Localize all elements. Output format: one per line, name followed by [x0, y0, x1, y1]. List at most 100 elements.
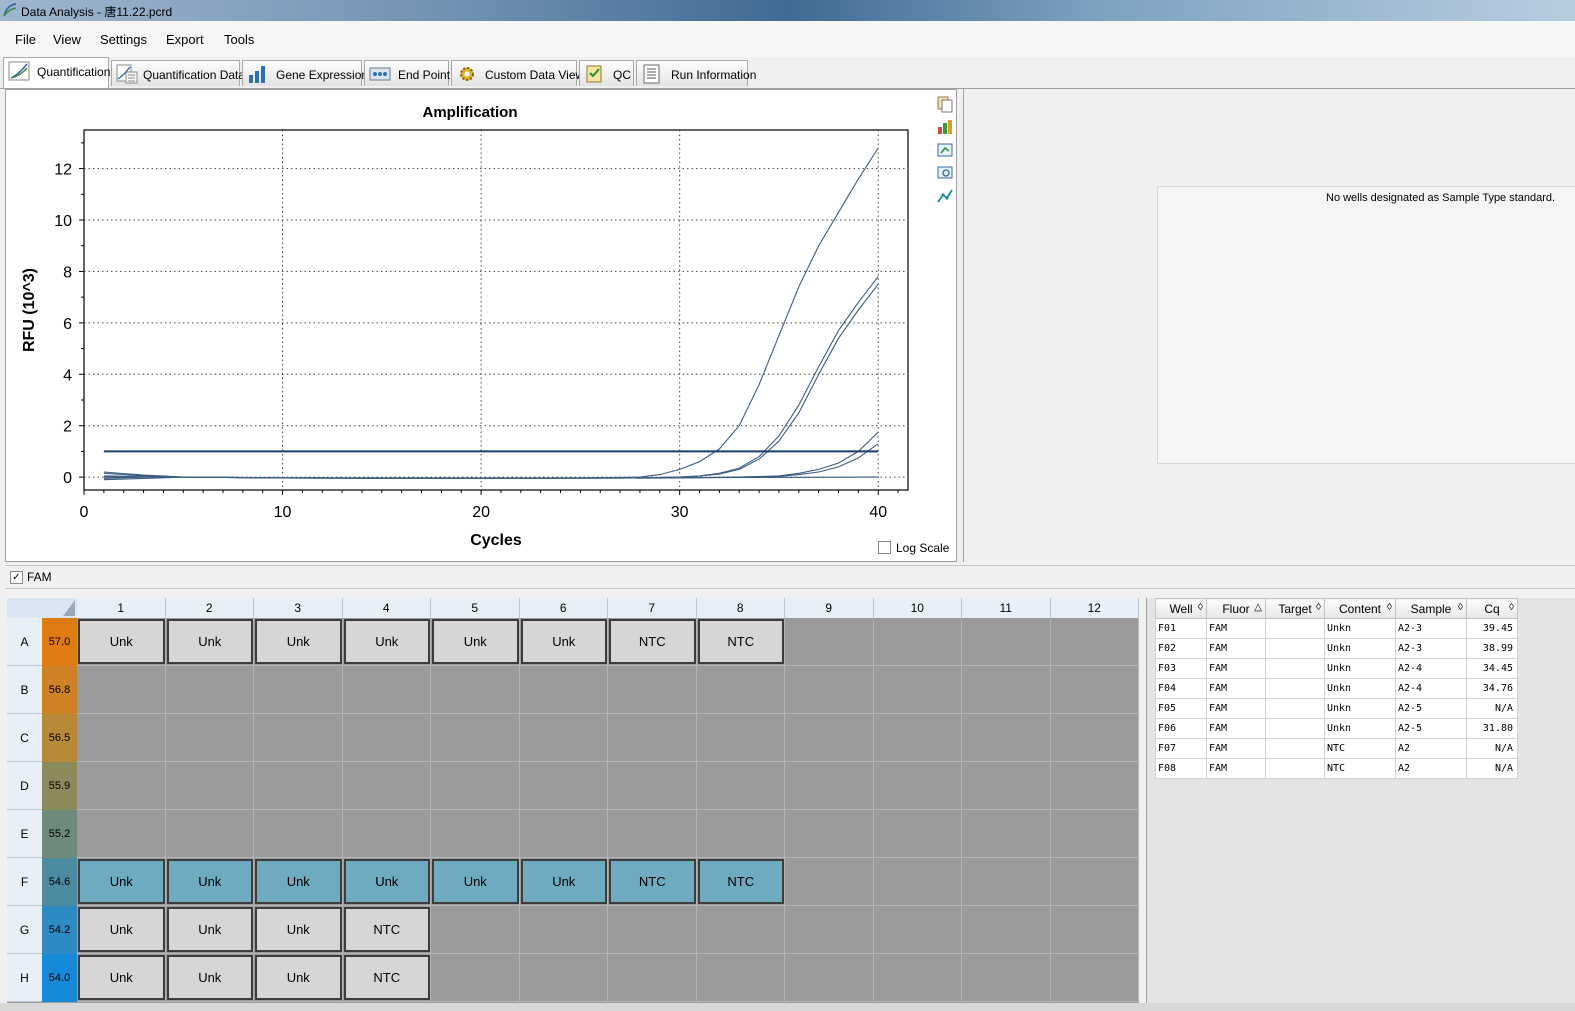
plate-well[interactable]: NTC — [697, 619, 784, 664]
plate-cell[interactable] — [342, 762, 431, 810]
plate-cell[interactable] — [519, 954, 608, 1002]
zoom-chart-icon[interactable] — [936, 164, 954, 182]
plate-well[interactable]: Unk — [78, 859, 165, 904]
plate-cell[interactable] — [608, 714, 697, 762]
column-header-target[interactable]: Target ◊ — [1265, 598, 1325, 619]
column-header-well[interactable]: Well ◊ — [1155, 598, 1207, 619]
plate-row-header[interactable]: F — [7, 858, 42, 906]
plate-row-header[interactable]: H — [7, 954, 42, 1002]
plate-view[interactable]: 1 2 3 4 5 6 7 8 9 10 11 12 A 57.0 B 56.8 C 56.5 D 55.9 E 55.2… — [7, 598, 1139, 1003]
plate-well[interactable]: NTC — [609, 859, 696, 904]
plate-well[interactable]: NTC — [343, 955, 430, 1000]
table-row[interactable]: F04 FAM Unkn A2-4 34.76 — [1155, 678, 1518, 699]
plate-column-header[interactable]: 12 — [1050, 598, 1139, 618]
tab-qc[interactable]: QC — [579, 60, 634, 86]
plate-cell[interactable] — [785, 906, 874, 954]
plate-cell[interactable] — [962, 810, 1051, 858]
plate-cell[interactable] — [254, 666, 343, 714]
column-header-content[interactable]: Content ◊ — [1324, 598, 1396, 619]
plate-column-header[interactable]: 8 — [696, 598, 785, 618]
plate-row-header[interactable]: E — [7, 810, 42, 858]
plate-cell[interactable] — [785, 762, 874, 810]
table-row[interactable]: F07 FAM NTC A2 N/A — [1155, 738, 1518, 759]
plate-cell[interactable] — [962, 954, 1051, 1002]
plate-cell[interactable] — [77, 810, 166, 858]
plate-cell[interactable] — [342, 666, 431, 714]
plate-well[interactable]: Unk — [166, 955, 253, 1000]
column-header-cq[interactable]: Cq ◊ — [1466, 598, 1518, 619]
plate-cell[interactable] — [785, 858, 874, 906]
plate-cell[interactable] — [873, 906, 962, 954]
plate-column-header[interactable]: 6 — [519, 598, 608, 618]
plate-row-header[interactable]: C — [7, 714, 42, 762]
tab-quantification-data[interactable]: Quantification Data — [111, 60, 245, 86]
plate-cell[interactable] — [431, 810, 520, 858]
plate-well[interactable]: Unk — [255, 955, 342, 1000]
plate-cell[interactable] — [873, 858, 962, 906]
plate-cell[interactable] — [962, 666, 1051, 714]
plate-cell[interactable] — [785, 954, 874, 1002]
tab-quantification[interactable]: Quantification — [3, 57, 110, 88]
plate-cell[interactable] — [165, 762, 254, 810]
plate-cell[interactable] — [431, 714, 520, 762]
table-row[interactable]: F03 FAM Unkn A2-4 34.45 — [1155, 658, 1518, 679]
plate-cell[interactable] — [696, 714, 785, 762]
plate-cell[interactable] — [519, 810, 608, 858]
plate-well[interactable]: Unk — [432, 619, 519, 664]
plate-cell[interactable] — [873, 618, 962, 666]
plate-cell[interactable] — [1050, 810, 1139, 858]
menu-tools[interactable]: Tools — [224, 32, 254, 47]
plate-row-header[interactable]: B — [7, 666, 42, 714]
plate-cell[interactable] — [431, 906, 520, 954]
plate-cell[interactable] — [1050, 906, 1139, 954]
plate-cell[interactable] — [696, 906, 785, 954]
amplification-chart[interactable]: Amplification Cycles RFU (10^3) 0 10 20 30 4… — [6, 90, 956, 561]
checkbox-box[interactable] — [878, 541, 891, 554]
tab-custom-data-view[interactable]: Custom Data View — [451, 60, 584, 86]
tab-run-information[interactable]: Run Information — [636, 60, 756, 86]
plate-corner[interactable] — [7, 598, 77, 618]
plate-cell[interactable] — [1050, 714, 1139, 762]
plate-cell[interactable] — [342, 714, 431, 762]
plate-cell[interactable] — [873, 810, 962, 858]
plate-well[interactable]: Unk — [166, 907, 253, 952]
plate-cell[interactable] — [77, 666, 166, 714]
plate-cell[interactable] — [342, 810, 431, 858]
plate-cell[interactable] — [608, 666, 697, 714]
trace-style-icon[interactable] — [936, 187, 954, 205]
table-row[interactable]: F05 FAM Unkn A2-5 N/A — [1155, 698, 1518, 719]
plate-well[interactable]: Unk — [432, 859, 519, 904]
table-row[interactable]: F02 FAM Unkn A2-3 38.99 — [1155, 638, 1518, 659]
plate-cell[interactable] — [962, 618, 1051, 666]
plate-well[interactable]: Unk — [343, 859, 430, 904]
plate-well[interactable]: Unk — [255, 859, 342, 904]
plate-well[interactable]: Unk — [520, 859, 607, 904]
table-row[interactable]: F01 FAM Unkn A2-3 39.45 — [1155, 618, 1518, 639]
tab-gene-expression[interactable]: Gene Expression — [242, 60, 368, 86]
column-header-sample[interactable]: Sample ◊ — [1395, 598, 1467, 619]
log-scale-checkbox[interactable]: Log Scale — [878, 541, 949, 555]
plate-well[interactable]: Unk — [520, 619, 607, 664]
plate-well[interactable]: NTC — [697, 859, 784, 904]
plate-cell[interactable] — [873, 714, 962, 762]
table-row[interactable]: F08 FAM NTC A2 N/A — [1155, 758, 1518, 779]
export-chart-icon[interactable] — [936, 141, 954, 159]
copy-icon[interactable] — [936, 95, 954, 113]
plate-cell[interactable] — [696, 666, 785, 714]
plate-cell[interactable] — [608, 954, 697, 1002]
plate-cell[interactable] — [431, 762, 520, 810]
plate-cell[interactable] — [785, 714, 874, 762]
plate-cell[interactable] — [165, 714, 254, 762]
plate-cell[interactable] — [873, 666, 962, 714]
menu-file[interactable]: File — [15, 32, 36, 47]
menu-settings[interactable]: Settings — [100, 32, 147, 47]
plate-column-header[interactable]: 4 — [342, 598, 431, 618]
plate-cell[interactable] — [1050, 666, 1139, 714]
plate-column-header[interactable]: 5 — [431, 598, 520, 618]
plate-cell[interactable] — [165, 666, 254, 714]
plate-cell[interactable] — [165, 810, 254, 858]
plate-cell[interactable] — [254, 714, 343, 762]
plate-well[interactable]: Unk — [255, 907, 342, 952]
plate-cell[interactable] — [696, 762, 785, 810]
plate-well[interactable]: Unk — [255, 619, 342, 664]
